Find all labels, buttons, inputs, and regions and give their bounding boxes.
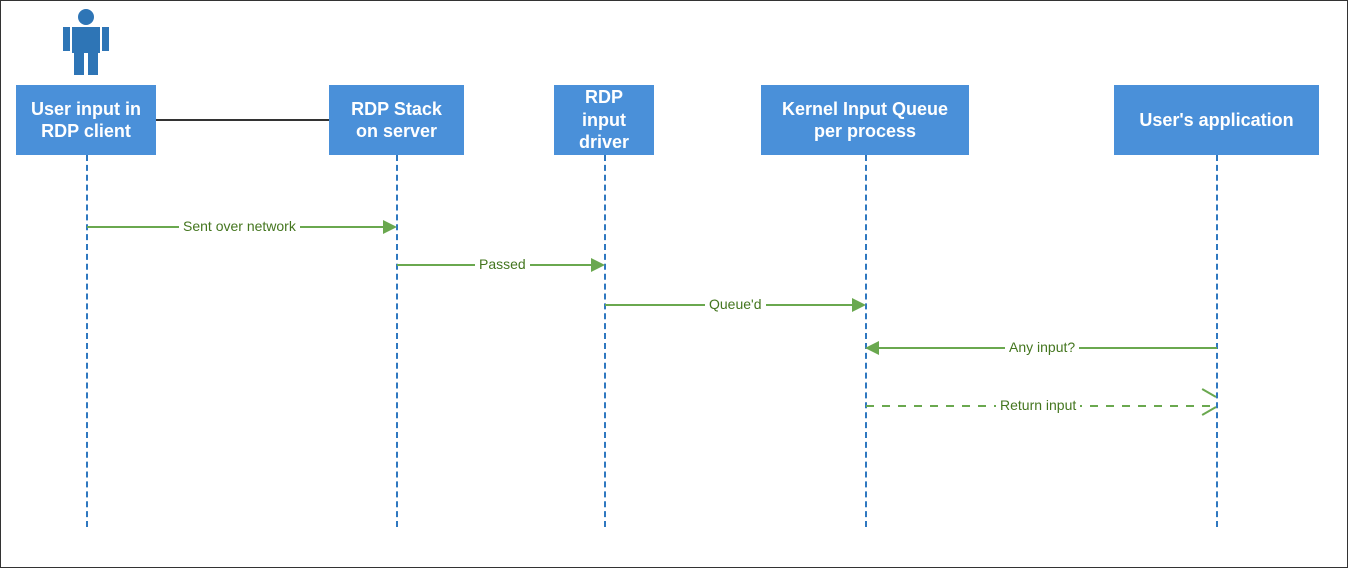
message-label: Passed: [475, 256, 530, 272]
arrowhead-left-icon: [865, 341, 879, 355]
message-label: Queue'd: [705, 296, 766, 312]
participant-rdp-driver: RDP input driver: [554, 85, 654, 155]
message-label: Any input?: [1005, 339, 1079, 355]
lifeline-p2: [396, 155, 398, 527]
message-label: Sent over network: [179, 218, 300, 234]
participant-label: User's application: [1139, 109, 1293, 132]
participant-label: RDP Stack on server: [339, 98, 454, 143]
lifeline-p3: [604, 155, 606, 527]
participant-user-input: User input in RDP client: [16, 85, 156, 155]
diagram-frame: User input in RDP client RDP Stack on se…: [0, 0, 1348, 568]
actor-icon: [61, 7, 111, 77]
lifeline-p1: [86, 155, 88, 527]
header-connector: [156, 119, 329, 121]
participant-rdp-stack: RDP Stack on server: [329, 85, 464, 155]
arrowhead-right-icon: [852, 298, 866, 312]
arrowhead-open-right-icon: [1200, 401, 1216, 413]
message-label: Return input: [996, 397, 1080, 413]
lifeline-p5: [1216, 155, 1218, 527]
participant-label: RDP input driver: [564, 86, 644, 154]
participant-label: User input in RDP client: [26, 98, 146, 143]
participant-label: Kernel Input Queue per process: [771, 98, 959, 143]
arrowhead-right-icon: [591, 258, 605, 272]
participant-kernel-queue: Kernel Input Queue per process: [761, 85, 969, 155]
participant-user-app: User's application: [1114, 85, 1319, 155]
arrowhead-right-icon: [383, 220, 397, 234]
